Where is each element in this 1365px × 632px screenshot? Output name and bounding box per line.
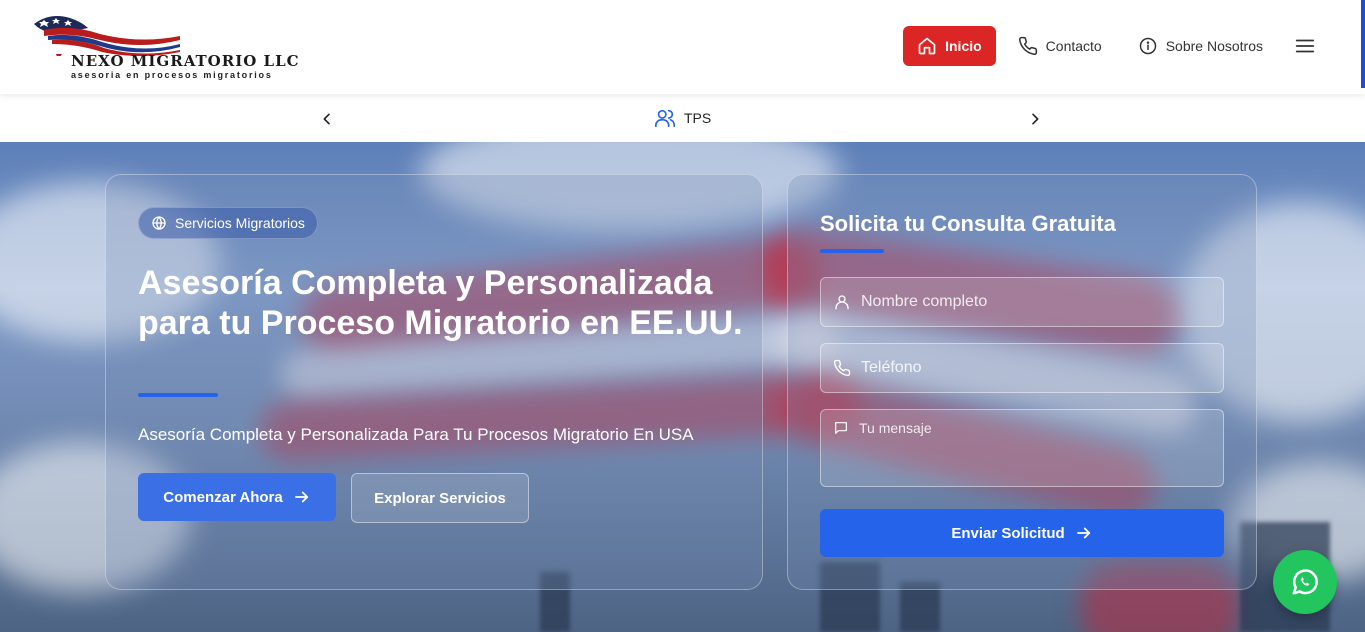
whatsapp-button[interactable] xyxy=(1273,550,1337,614)
scrollbar[interactable] xyxy=(1361,0,1365,88)
hamburger-menu-icon xyxy=(1295,39,1315,53)
services-badge-label: Servicios Migratorios xyxy=(175,215,305,231)
whatsapp-icon xyxy=(1292,569,1318,595)
form-title-underline xyxy=(820,249,884,253)
brand-logo[interactable]: NEXO MIGRATORIO LLC asesoria en procesos… xyxy=(30,8,299,84)
comenzar-ahora-button[interactable]: Comenzar Ahora xyxy=(138,473,336,521)
explorar-servicios-button[interactable]: Explorar Servicios xyxy=(351,473,529,523)
comenzar-ahora-label: Comenzar Ahora xyxy=(163,488,283,506)
phone-field[interactable] xyxy=(820,343,1224,393)
phone-icon xyxy=(1018,36,1037,55)
message-icon xyxy=(835,422,847,434)
consultation-form-card: Solicita tu Consulta Gratuita Enviar Sol… xyxy=(787,174,1257,590)
nav-sobre-nosotros-button[interactable]: Sobre Nosotros xyxy=(1124,26,1277,66)
nav-sobre-nosotros-label: Sobre Nosotros xyxy=(1165,38,1263,54)
phone-icon xyxy=(833,359,851,377)
hero-info-card: Servicios Migratorios Asesoría Completa … xyxy=(105,174,763,590)
nav-inicio-button[interactable]: Inicio xyxy=(903,26,996,66)
brand-tagline: asesoria en procesos migratorios xyxy=(71,70,273,80)
nav-contacto-label: Contacto xyxy=(1045,38,1102,54)
submit-label: Enviar Solicitud xyxy=(951,524,1065,542)
explorar-servicios-label: Explorar Servicios xyxy=(374,489,506,507)
nav-inicio-label: Inicio xyxy=(945,38,982,54)
brand-name: NEXO MIGRATORIO LLC xyxy=(71,52,300,70)
chevron-right-icon xyxy=(1032,113,1039,125)
phone-input[interactable] xyxy=(861,359,1211,377)
title-underline xyxy=(138,393,218,397)
message-field[interactable] xyxy=(820,409,1224,487)
arrow-right-icon xyxy=(294,491,308,503)
services-badge: Servicios Migratorios xyxy=(138,207,318,239)
services-carousel: TPS xyxy=(0,96,1365,142)
users-icon xyxy=(655,109,675,128)
home-icon xyxy=(918,37,936,55)
form-title: Solicita tu Consulta Gratuita xyxy=(820,211,1116,236)
chevron-left-icon xyxy=(323,113,330,125)
message-input[interactable] xyxy=(859,420,1211,476)
hero-section: Servicios Migratorios Asesoría Completa … xyxy=(0,142,1365,632)
arrow-right-icon xyxy=(1076,527,1090,539)
carousel-item-label: TPS xyxy=(684,110,712,126)
submit-button[interactable]: Enviar Solicitud xyxy=(820,509,1224,557)
carousel-next-button[interactable] xyxy=(1024,108,1046,130)
user-icon xyxy=(835,295,849,310)
main-nav: Inicio Contacto Sobre Nosotros xyxy=(903,26,1325,66)
carousel-item-tps[interactable]: TPS xyxy=(654,107,711,129)
globe-icon xyxy=(152,216,166,230)
carousel-prev-button[interactable] xyxy=(316,108,338,130)
name-input[interactable] xyxy=(861,293,1211,311)
hero-title: Asesoría Completa y Personalizada para t… xyxy=(138,264,743,342)
nav-contacto-button[interactable]: Contacto xyxy=(1004,26,1116,66)
hamburger-menu-button[interactable] xyxy=(1285,26,1325,66)
site-header: NEXO MIGRATORIO LLC asesoria en procesos… xyxy=(0,0,1365,94)
info-icon xyxy=(1139,37,1156,55)
hero-subtitle: Asesoría Completa y Personalizada Para T… xyxy=(138,425,694,444)
eagle-flag-logo-icon xyxy=(34,16,180,56)
name-field[interactable] xyxy=(820,277,1224,327)
